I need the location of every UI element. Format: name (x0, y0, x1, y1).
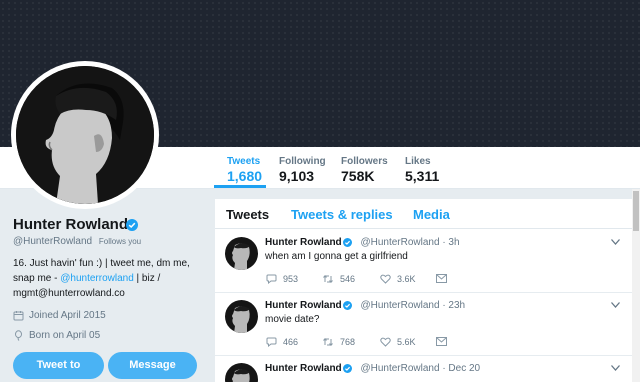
chevron-down-icon[interactable] (611, 302, 620, 308)
profile-bio: 16. Just havin' fun :) | tweet me, dm me… (13, 256, 193, 301)
envelope-icon (436, 274, 447, 283)
bio-line-3: mgmt@hunterrowland.co (13, 288, 125, 299)
active-stat-underline (214, 185, 266, 188)
bio-mention-link[interactable]: @hunterrowland (60, 273, 134, 284)
follows-you-badge: Follows you (98, 237, 142, 246)
tweet-author-handle[interactable]: @HunterRowland (360, 237, 439, 248)
stat-likes[interactable]: Likes 5,311 (405, 156, 439, 184)
like-action[interactable]: 5.6K (380, 337, 416, 347)
verified-badge-icon (343, 238, 352, 247)
stat-tweets[interactable]: Tweets 1,680 (227, 156, 262, 184)
tab-tweets[interactable]: Tweets (226, 207, 269, 222)
tweet-avatar[interactable] (225, 363, 258, 382)
envelope-icon (436, 337, 447, 346)
timeline-tabs: Tweets Tweets & replies Media (215, 199, 632, 229)
tweet-author-name[interactable]: Hunter Rowland (265, 237, 342, 248)
tweet-to-button[interactable]: Tweet to (13, 352, 104, 379)
profile-handle[interactable]: @HunterRowland (13, 236, 92, 247)
avatar-photo (16, 66, 154, 204)
tweet-avatar-photo (232, 243, 250, 270)
birthday: Born on April 05 (13, 330, 100, 341)
tweet-author-handle[interactable]: @HunterRowland (360, 300, 439, 311)
dm-action[interactable] (436, 337, 453, 346)
tweet-item[interactable]: Hunter Rowland @HunterRowland · 23h movi… (215, 293, 632, 356)
stat-followers[interactable]: Followers 758K (341, 156, 388, 184)
like-count: 5.6K (397, 337, 416, 347)
reply-action[interactable]: 466 (266, 337, 298, 347)
bio-line-2: snap me - @hunterrowland | biz / (13, 271, 193, 286)
tweet-avatar[interactable] (225, 300, 258, 333)
profile-avatar[interactable] (11, 61, 159, 209)
joined-text: Joined April 2015 (29, 310, 106, 321)
like-action[interactable]: 3.6K (380, 274, 416, 284)
tweet-time[interactable]: · 23h (442, 300, 465, 311)
tweet-header: Hunter Rowland @HunterRowland · 3h (265, 237, 460, 248)
verified-badge-icon (343, 364, 352, 373)
tweet-item[interactable]: Hunter Rowland @HunterRowland · 3h when … (215, 230, 632, 293)
tweet-avatar-photo (232, 369, 250, 382)
stat-tweets-label: Tweets (227, 156, 261, 167)
dm-action[interactable] (436, 274, 453, 283)
retweet-action[interactable]: 768 (322, 337, 355, 347)
reply-count: 953 (283, 274, 299, 284)
tweet-item[interactable]: Hunter Rowland @HunterRowland · Dec 20 (215, 356, 632, 382)
bio-line-1: 16. Just havin' fun :) | tweet me, dm me… (13, 258, 190, 269)
tweet-avatar-photo (232, 306, 250, 333)
stat-likes-label: Likes (405, 156, 431, 167)
retweet-icon (323, 338, 333, 346)
tweet-header: Hunter Rowland @HunterRowland · 23h (265, 300, 465, 311)
tweet-author-name[interactable]: Hunter Rowland (265, 363, 342, 374)
message-button[interactable]: Message (108, 352, 197, 379)
stat-followers-value: 758K (341, 168, 375, 184)
balloon-icon (15, 330, 22, 341)
timeline: Tweets Tweets & replies Media Hunter Row… (215, 199, 632, 382)
stat-following-label: Following (279, 156, 326, 167)
born-text: Born on April 05 (29, 330, 101, 341)
stat-likes-value: 5,311 (405, 168, 440, 184)
page-scrollbar[interactable] (632, 189, 640, 382)
like-count: 3.6K (397, 274, 416, 284)
stat-following[interactable]: Following 9,103 (279, 156, 326, 184)
scrollbar-thumb[interactable] (633, 191, 639, 231)
reply-icon (266, 337, 277, 347)
profile-handle-line: @HunterRowland Follows you (13, 236, 141, 247)
profile-name[interactable]: Hunter Rowland (13, 216, 128, 233)
calendar-icon (13, 311, 24, 321)
tweet-avatar[interactable] (225, 237, 258, 270)
chevron-down-icon[interactable] (611, 365, 620, 371)
retweet-icon (323, 275, 333, 283)
tweet-text: movie date? (265, 314, 320, 325)
heart-icon (380, 337, 391, 347)
tab-tweets-replies[interactable]: Tweets & replies (291, 207, 393, 222)
tweet-text: when am I gonna get a girlfriend (265, 251, 408, 262)
tweet-author-name[interactable]: Hunter Rowland (265, 300, 342, 311)
reply-action[interactable]: 953 (266, 274, 298, 284)
tweet-time[interactable]: · 3h (442, 237, 459, 248)
stat-followers-label: Followers (341, 156, 388, 167)
tweet-header: Hunter Rowland @HunterRowland · Dec 20 (265, 363, 480, 374)
reply-count: 466 (283, 337, 299, 347)
reply-icon (266, 274, 277, 284)
bio-suffix: | biz / (133, 273, 161, 284)
heart-icon (380, 274, 391, 284)
chevron-down-icon[interactable] (611, 239, 620, 245)
retweet-count: 768 (340, 337, 356, 347)
tweet-time[interactable]: · Dec 20 (442, 363, 480, 374)
retweet-action[interactable]: 546 (322, 274, 355, 284)
verified-badge-icon (126, 219, 138, 231)
joined-date: Joined April 2015 (13, 310, 106, 321)
stat-following-value: 9,103 (279, 168, 315, 184)
tweet-author-handle[interactable]: @HunterRowland (360, 363, 439, 374)
retweet-count: 546 (340, 274, 356, 284)
bio-prefix: snap me - (13, 273, 61, 284)
stat-tweets-value: 1,680 (227, 168, 263, 184)
tab-media[interactable]: Media (413, 207, 450, 222)
verified-badge-icon (343, 301, 352, 310)
